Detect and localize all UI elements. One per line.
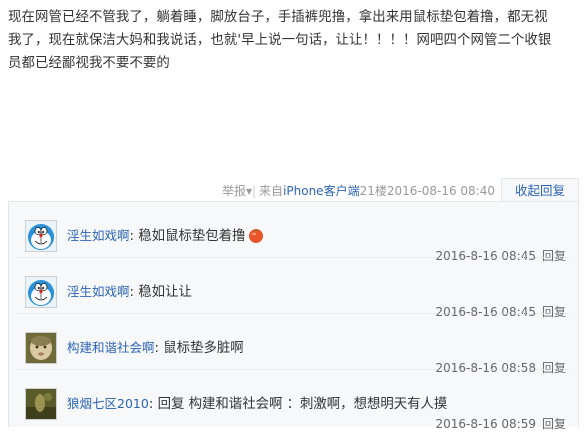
reply-content: 稳如鼠标垫包着撸 <box>138 229 246 244</box>
reply-meta: 2016-8-16 08:59 回复 <box>435 415 566 432</box>
reply-button[interactable]: 回复 <box>542 417 566 431</box>
doraemon-avatar-icon <box>26 277 56 307</box>
collapse-reply-button[interactable]: 收起回复 <box>501 178 579 202</box>
doraemon-avatar-icon <box>26 221 56 251</box>
post-content-line: 员都已经鄙视我不要不要的 <box>8 56 170 71</box>
reply-item: 淫生如戏啊: 稳如鼠标垫包着撸 2016-8-16 08:45 回复 <box>9 202 578 263</box>
post-content-line: 现在网管已经不管我了，躺着睡，脚放台子，手插裤兜撸，拿出来用鼠标垫包着撸，都无视 <box>8 10 548 25</box>
post-content: 现在网管已经不管我了，躺着睡，脚放台子，手插裤兜撸，拿出来用鼠标垫包着撸，都无视… <box>8 6 580 75</box>
reply-text: 淫生如戏啊: 稳如鼠标垫包着撸 <box>67 224 264 244</box>
reply-text: 淫生如戏啊: 稳如让让 <box>67 284 192 300</box>
reply-username-link[interactable]: 淫生如戏啊 <box>67 284 130 299</box>
tail-separator: | <box>252 184 257 198</box>
reply-content: 鼠标垫多脏啊 <box>163 341 244 356</box>
avatar[interactable] <box>25 332 57 364</box>
reply-username-link[interactable]: 淫生如戏啊 <box>67 228 130 243</box>
avatar[interactable] <box>25 276 57 308</box>
reply-content: 回复 构建和谐社会啊 ：刺激啊，想想明天有人摸 <box>157 397 448 412</box>
reply-time: 2016-8-16 08:59 <box>435 417 536 431</box>
reply-content: 稳如让让 <box>138 285 192 300</box>
floor-number: 21楼 <box>359 184 387 198</box>
reply-text: 构建和谐社会啊: 鼠标垫多脏啊 <box>67 340 244 356</box>
forum-post: 现在网管已经不管我了，躺着睡，脚放台子，手插裤兜撸，拿出来用鼠标垫包着撸，都无视… <box>0 0 587 431</box>
reply-username-link[interactable]: 狼烟七区2010 <box>67 396 149 411</box>
source-prefix: 来自 <box>259 184 284 198</box>
post-meta: 举报▾| 来自iPhone客户端21楼2016-08-16 08:40 <box>222 182 495 199</box>
avatar[interactable] <box>25 220 57 252</box>
post-tail-bar: 举报▾| 来自iPhone客户端21楼2016-08-16 08:40 <box>0 178 587 202</box>
report-link[interactable]: 举报▾ <box>222 184 252 198</box>
tomato-emoji-icon <box>249 229 264 243</box>
post-time: 2016-08-16 08:40 <box>386 184 495 198</box>
reply-username-link[interactable]: 构建和谐社会啊 <box>67 340 155 355</box>
source-device-link[interactable]: iPhone客户端 <box>283 184 360 198</box>
post-content-line: 我了，现在就保洁大妈和我说话，也就'早上说一句话，让让！！！！网吧四个网管二个收… <box>8 33 552 48</box>
reply-text: 狼烟七区2010: 回复 构建和谐社会啊 ：刺激啊，想想明天有人摸 <box>67 396 448 412</box>
olive-photo-avatar-icon <box>26 389 56 419</box>
reply-panel: 淫生如戏啊: 稳如鼠标垫包着撸 2016-8-16 08:45 回复 淫生如戏啊… <box>8 201 579 431</box>
reply-item: 淫生如戏啊: 稳如让让 2016-8-16 08:45 回复 <box>9 258 578 319</box>
avatar[interactable] <box>25 388 57 420</box>
reply-item: 构建和谐社会啊: 鼠标垫多脏啊 2016-8-16 08:58 回复 <box>9 314 578 375</box>
baby-photo-avatar-icon <box>26 333 56 363</box>
reply-item: 狼烟七区2010: 回复 构建和谐社会啊 ：刺激啊，想想明天有人摸 2016-8… <box>9 370 578 431</box>
